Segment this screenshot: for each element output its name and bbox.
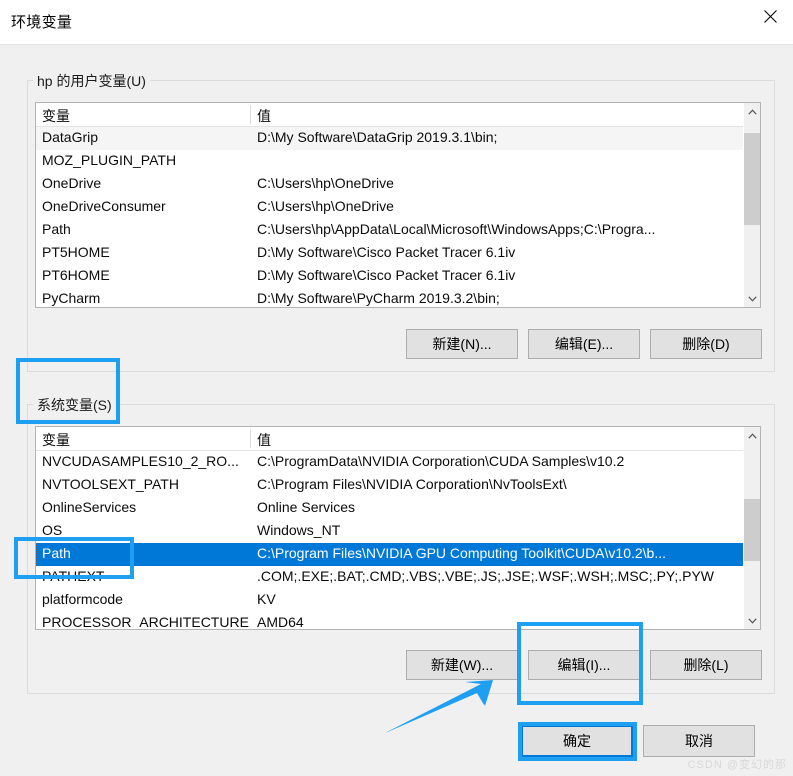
user-delete-button[interactable]: 删除(D) (650, 329, 762, 359)
chevron-up-icon[interactable] (744, 427, 760, 444)
variable-name-cell: OS (42, 522, 63, 538)
variable-value-cell: D:\My Software\Cisco Packet Tracer 6.1iv (257, 244, 516, 260)
table-row[interactable]: platformcode KV (36, 589, 760, 612)
table-row[interactable]: PT6HOME D:\My Software\Cisco Packet Trace… (36, 265, 760, 288)
title-bar: 环境变量 (0, 0, 793, 45)
table-row[interactable]: Path C:\Program Files\NVIDIA GPU Computin… (36, 543, 760, 566)
system-col-name-header[interactable]: 变量 (42, 430, 70, 450)
variable-name-cell: PATHEXT (42, 568, 105, 584)
variable-value-cell: C:\ProgramData\NVIDIA Corporation\CUDA S… (257, 453, 625, 469)
table-row[interactable]: NVTOOLSEXT_PATH C:\Program Files\NVIDIA C… (36, 474, 760, 497)
table-row[interactable]: OnlineServices Online Services (36, 497, 760, 520)
scrollbar-thumb[interactable] (744, 499, 760, 561)
table-row[interactable]: PROCESSOR_ARCHITECTURE AMD64 (36, 612, 760, 630)
variable-value-cell: AMD64 (257, 614, 304, 630)
close-icon[interactable] (747, 0, 793, 32)
table-row[interactable]: NVCUDASAMPLES10_2_RO... C:\ProgramData\NV… (36, 451, 760, 474)
variable-name-cell: OneDriveConsumer (42, 198, 166, 214)
system-variables-rows: NVCUDASAMPLES10_2_RO... C:\ProgramData\NV… (36, 451, 760, 630)
variable-name-cell: NVTOOLSEXT_PATH (42, 476, 179, 492)
variable-name-cell: PT6HOME (42, 267, 110, 283)
user-variables-header: 变量 值 (36, 103, 760, 127)
variable-value-cell: C:\Users\hp\AppData\Local\Microsoft\Wind… (257, 221, 656, 237)
user-variables-rows: DataGrip D:\My Software\DataGrip 2019.3.1… (36, 127, 760, 307)
system-delete-button[interactable]: 删除(L) (650, 650, 762, 680)
table-row[interactable]: MOZ_PLUGIN_PATH (36, 150, 760, 173)
variable-value-cell: .COM;.EXE;.BAT;.CMD;.VBS;.VBE;.JS;.JSE;.… (257, 568, 715, 584)
ok-button[interactable]: 确定 (521, 725, 633, 757)
table-row[interactable]: OS Windows_NT (36, 520, 760, 543)
window-title: 环境变量 (11, 14, 73, 31)
table-row[interactable]: OneDriveConsumer C:\Users\hp\OneDrive (36, 196, 760, 219)
table-row[interactable]: PyCharm D:\My Software\PyCharm 2019.3.2\b… (36, 288, 760, 307)
system-variables-legend: 系统变量(S) (33, 395, 116, 415)
system-variables-listview[interactable]: 变量 值 NVCUDASAMPLES10_2_RO... C:\ProgramDa… (35, 426, 761, 630)
system-col-value-header[interactable]: 值 (257, 430, 271, 450)
variable-name-cell: PyCharm (42, 290, 101, 306)
user-col-name-header[interactable]: 变量 (42, 106, 70, 126)
table-row[interactable]: OneDrive C:\Users\hp\OneDrive (36, 173, 760, 196)
table-row[interactable]: PT5HOME D:\My Software\Cisco Packet Trace… (36, 242, 760, 265)
chevron-up-icon[interactable] (744, 103, 760, 120)
variable-name-cell: Path (42, 545, 71, 561)
system-variables-header: 变量 值 (36, 427, 760, 451)
user-edit-button[interactable]: 编辑(E)... (528, 329, 640, 359)
variable-value-cell: KV (257, 591, 276, 607)
variable-name-cell: PROCESSOR_ARCHITECTURE (42, 614, 249, 630)
title-divider (0, 44, 793, 45)
system-new-button[interactable]: 新建(W)... (406, 650, 518, 680)
variable-name-cell: Path (42, 221, 71, 237)
table-row[interactable]: DataGrip D:\My Software\DataGrip 2019.3.1… (36, 127, 760, 150)
user-variables-legend: hp 的用户变量(U) (33, 71, 150, 91)
variable-value-cell: D:\My Software\PyCharm 2019.3.2\bin; (257, 290, 500, 306)
column-separator[interactable] (250, 105, 251, 124)
user-col-value-header[interactable]: 值 (257, 106, 271, 126)
user-variables-listview[interactable]: 变量 值 DataGrip D:\My Software\DataGrip 201… (35, 102, 761, 308)
variable-name-cell: OneDrive (42, 175, 102, 191)
variable-name-cell: PT5HOME (42, 244, 110, 260)
variable-value-cell: C:\Users\hp\OneDrive (257, 175, 394, 191)
table-row[interactable]: Path C:\Users\hp\AppData\Local\Microsoft\… (36, 219, 760, 242)
variable-name-cell: NVCUDASAMPLES10_2_RO... (42, 453, 239, 469)
system-variables-scrollbar[interactable] (743, 427, 760, 629)
system-edit-button[interactable]: 编辑(I)... (528, 650, 640, 680)
variable-name-cell: OnlineServices (42, 499, 137, 515)
variable-value-cell: D:\My Software\DataGrip 2019.3.1\bin; (257, 129, 498, 145)
environment-variables-dialog: 环境变量 hp 的用户变量(U) 变量 值 DataGrip D:\My Soft… (0, 0, 793, 776)
watermark: CSDN @变幻的那 (687, 759, 787, 771)
variable-value-cell: Online Services (257, 499, 356, 515)
scrollbar-thumb[interactable] (744, 133, 760, 225)
column-separator[interactable] (250, 429, 251, 448)
user-new-button[interactable]: 新建(N)... (406, 329, 518, 359)
user-variables-scrollbar[interactable] (743, 103, 760, 307)
variable-name-cell: MOZ_PLUGIN_PATH (42, 152, 177, 168)
variable-name-cell: DataGrip (42, 129, 99, 145)
cancel-button[interactable]: 取消 (643, 725, 755, 757)
chevron-down-icon[interactable] (744, 612, 760, 629)
variable-value-cell: C:\Program Files\NVIDIA Corporation\NvTo… (257, 476, 567, 492)
variable-value-cell: Windows_NT (257, 522, 341, 538)
variable-value-cell: C:\Program Files\NVIDIA GPU Computing To… (257, 545, 666, 561)
variable-value-cell: C:\Users\hp\OneDrive (257, 198, 394, 214)
variable-name-cell: platformcode (42, 591, 123, 607)
chevron-down-icon[interactable] (744, 290, 760, 307)
variable-value-cell: D:\My Software\Cisco Packet Tracer 6.1iv (257, 267, 516, 283)
table-row[interactable]: PATHEXT .COM;.EXE;.BAT;.CMD;.VBS;.VBE;.JS… (36, 566, 760, 589)
